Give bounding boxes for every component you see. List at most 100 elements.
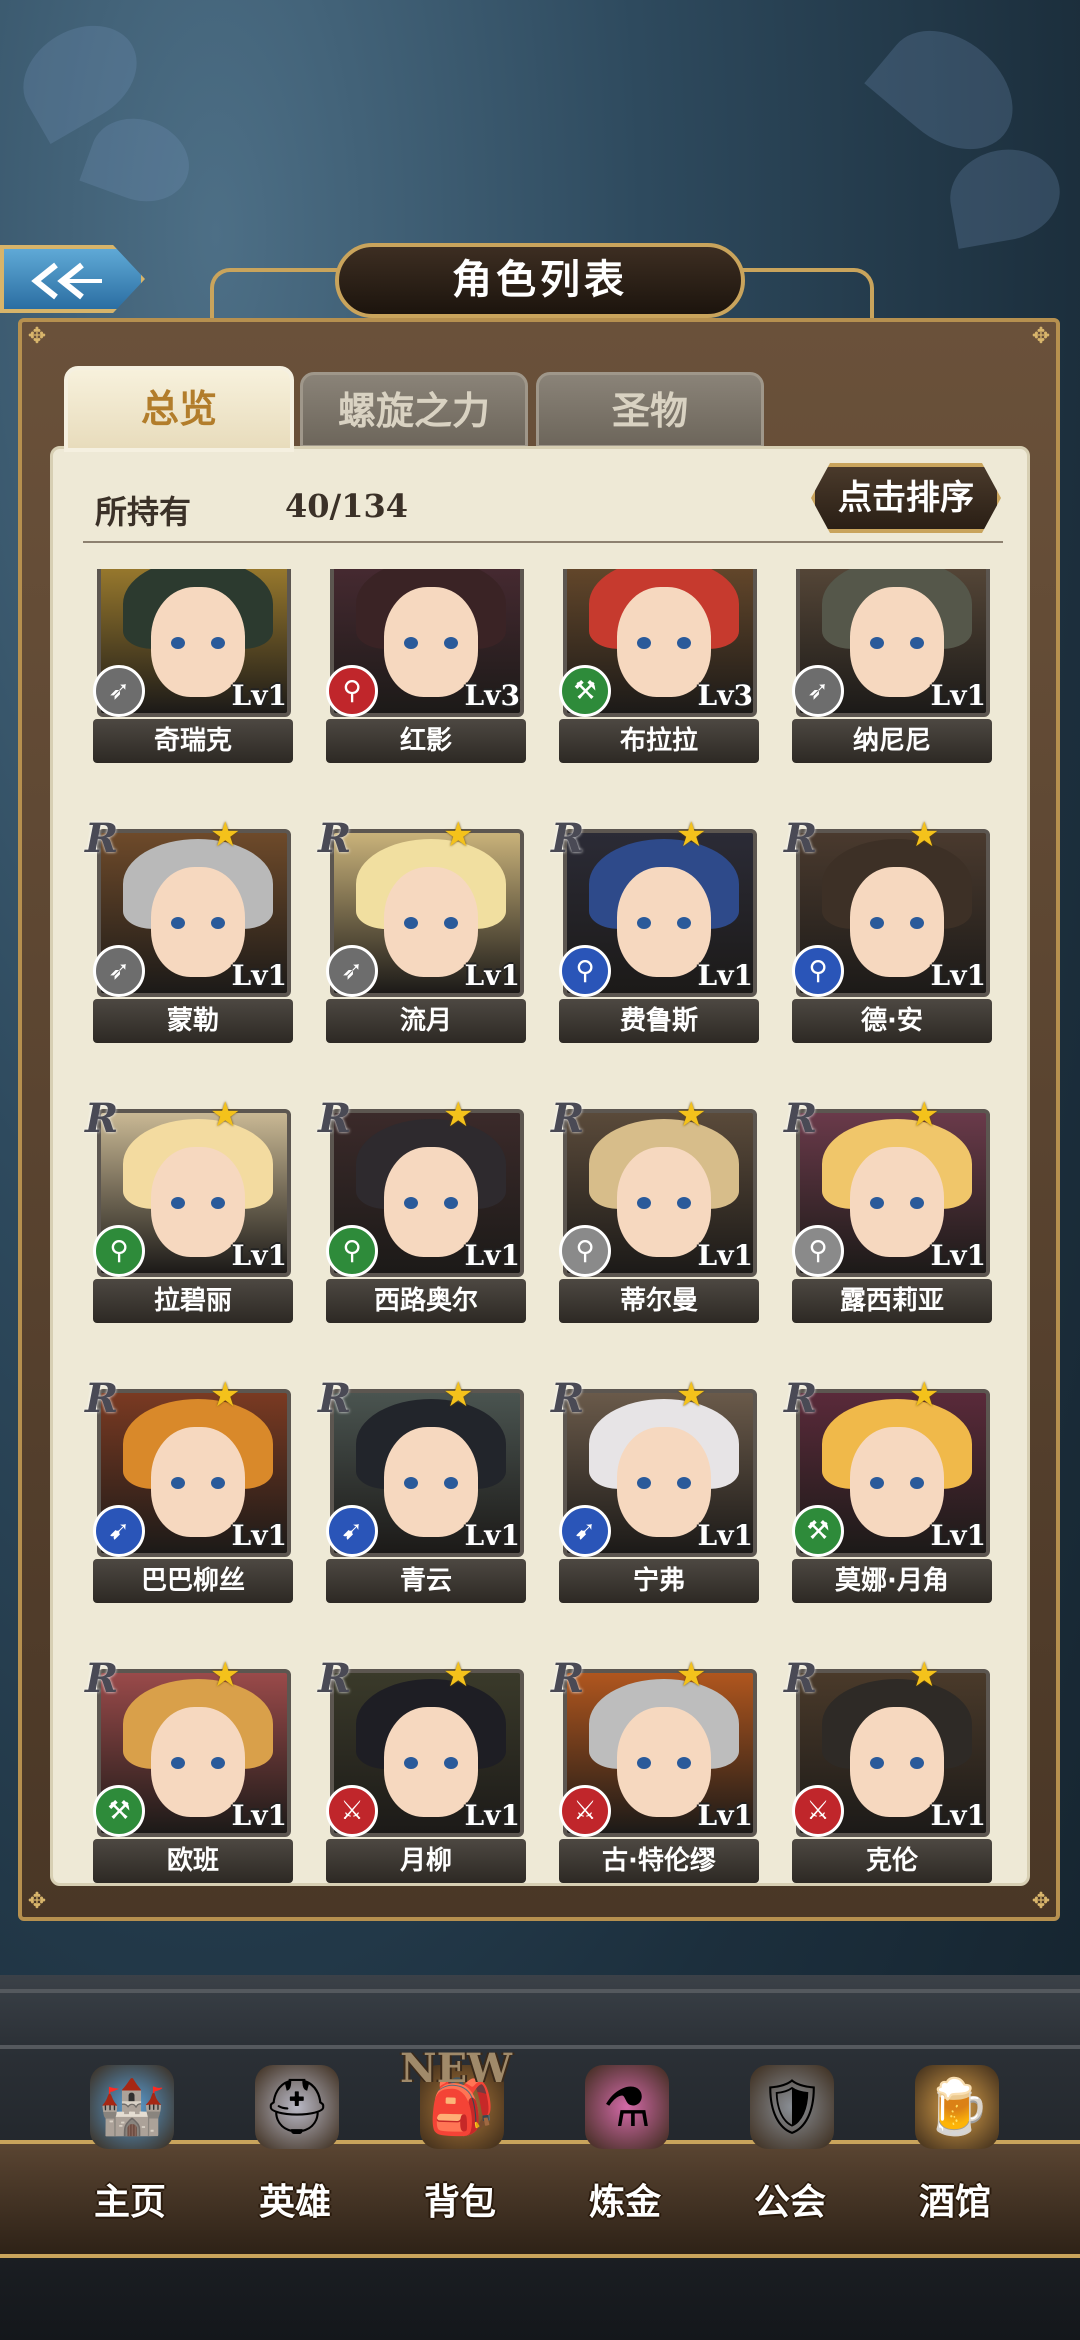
star-icon: ★ (909, 815, 940, 855)
character-name: 欧班 (93, 1839, 293, 1883)
star-icon: ★ (909, 1655, 940, 1695)
bow-icon: ➶ (93, 945, 145, 997)
nav-label: 酒馆 (918, 2182, 991, 2223)
castle-icon: 🏰 (90, 2065, 174, 2149)
character-level: Lv1 (231, 1519, 287, 1552)
portrait-eyes (637, 917, 691, 929)
character-name: 巴巴柳丝 (93, 1559, 293, 1603)
character-card[interactable]: Lv1 ➶ 纳尼尼 (792, 569, 992, 765)
star-icon: ★ (909, 1095, 940, 1135)
character-card[interactable]: Lv1 ⚲ 费鲁斯 R ★ (551, 815, 759, 1045)
character-card[interactable]: Lv1 ⚒ 莫娜·月角 R ★ (784, 1375, 992, 1605)
character-card[interactable]: Lv1 ➹ 宁弗 R ★ (551, 1375, 759, 1605)
nav-label: 英雄 (258, 2182, 331, 2223)
character-card[interactable]: Lv1 ⚲ 西路奥尔 R ★ (318, 1095, 526, 1325)
character-name: 拉碧丽 (93, 1279, 293, 1323)
portrait-eyes (870, 1197, 924, 1209)
axe-icon: ⚒ (559, 665, 611, 717)
star-icon: ★ (210, 1095, 241, 1135)
character-card[interactable]: Lv1 ➹ 青云 R ★ (318, 1375, 526, 1605)
background-leaf (864, 6, 1036, 174)
rarity-mark: R (551, 815, 585, 862)
star-icon: ★ (443, 1655, 474, 1695)
character-card[interactable]: Lv1 ➶ 蒙勒 R ★ (85, 815, 293, 1045)
owned-count: 40/134 (285, 487, 409, 525)
rarity-mark: R (318, 815, 352, 862)
portrait-eyes (870, 917, 924, 929)
character-card[interactable]: Lv1 ⚲ 拉碧丽 R ★ (85, 1095, 293, 1325)
page-title: 角色列表 (335, 243, 745, 318)
rarity-mark: R (784, 1375, 818, 1422)
character-grid[interactable]: Lv1 ➶ 奇瑞克 Lv3 ⚲ 红影 Lv3 ⚒ 布拉拉 Lv1 ➶ 纳尼尼 Lv1 ➶ 蒙勒 R ★ … (53, 569, 1027, 1883)
character-name: 布拉拉 (559, 719, 759, 763)
character-card[interactable]: Lv1 ⚲ 露西莉亚 R ★ (784, 1095, 992, 1325)
new-badge: NEW (400, 2045, 512, 2092)
character-card[interactable]: Lv1 ⚔ 古·特伦缪 R ★ (551, 1655, 759, 1883)
portrait-eyes (171, 917, 225, 929)
character-name: 宁弗 (559, 1559, 759, 1603)
character-card[interactable]: Lv1 ⚔ 克伦 R ★ (784, 1655, 992, 1883)
star-icon: ★ (210, 815, 241, 855)
nav-item-potion[interactable]: ⚗ 炼金 (555, 2065, 695, 2223)
staff-icon: ⚲ (93, 1225, 145, 1277)
character-name: 西路奥尔 (326, 1279, 526, 1323)
tab-spiral-power[interactable]: 螺旋之力 (300, 372, 528, 448)
nav-item-castle[interactable]: 🏰 主页 (60, 2065, 200, 2223)
nav-label: 炼金 (588, 2182, 661, 2223)
character-level: Lv1 (231, 959, 287, 992)
tab-overview[interactable]: 总览 (64, 366, 294, 452)
staff-icon: ⚲ (792, 945, 844, 997)
character-card[interactable]: Lv1 ⚒ 欧班 R ★ (85, 1655, 293, 1883)
character-level: Lv3 (697, 679, 753, 712)
owned-label: 所持有 (95, 493, 192, 531)
nav-item-beer-mug[interactable]: 🍺 酒馆 (885, 2065, 1025, 2223)
character-card[interactable]: Lv1 ⚔ 月柳 R ★ (318, 1655, 526, 1883)
back-button[interactable] (0, 245, 145, 313)
nav-item-shield[interactable]: 🛡 公会 (720, 2065, 860, 2223)
portrait-eyes (404, 1197, 458, 1209)
corner-ornament: ✥ (1031, 1889, 1051, 1914)
rarity-mark: R (318, 1655, 352, 1702)
character-name: 莫娜·月角 (792, 1559, 992, 1603)
character-card[interactable]: Lv1 ➶ 奇瑞克 (93, 569, 293, 765)
rarity-mark: R (85, 1375, 119, 1422)
staff-icon: ⚲ (559, 945, 611, 997)
character-name: 古·特伦缪 (559, 1839, 759, 1883)
rarity-mark: R (85, 1655, 119, 1702)
character-card[interactable]: Lv1 ⚲ 蒂尔曼 R ★ (551, 1095, 759, 1325)
character-card[interactable]: Lv3 ⚲ 红影 (326, 569, 526, 765)
star-icon: ★ (676, 1375, 707, 1415)
character-card[interactable]: Lv1 ➶ 流月 R ★ (318, 815, 526, 1045)
character-name: 露西莉亚 (792, 1279, 992, 1323)
sword-icon: ⚔ (559, 1785, 611, 1837)
nav-label: 主页 (93, 2182, 166, 2223)
character-name: 克伦 (792, 1839, 992, 1883)
star-icon: ★ (443, 815, 474, 855)
rarity-mark: R (318, 1375, 352, 1422)
character-level: Lv1 (930, 1239, 986, 1272)
portrait-eyes (637, 1757, 691, 1769)
character-card[interactable]: Lv1 ➹ 巴巴柳丝 R ★ (85, 1375, 293, 1605)
portrait-eyes (870, 1477, 924, 1489)
background-leaf (943, 141, 1067, 249)
star-icon: ★ (909, 1375, 940, 1415)
character-name: 奇瑞克 (93, 719, 293, 763)
rarity-mark: R (551, 1655, 585, 1702)
star-icon: ★ (676, 815, 707, 855)
character-level: Lv1 (464, 1239, 520, 1272)
character-card[interactable]: Lv1 ⚲ 德·安 R ★ (784, 815, 992, 1045)
star-icon: ★ (443, 1095, 474, 1135)
character-card[interactable]: Lv3 ⚒ 布拉拉 (559, 569, 759, 765)
character-name: 蒙勒 (93, 999, 293, 1043)
sort-button[interactable]: 点击排序 (811, 463, 1001, 533)
character-name: 红影 (326, 719, 526, 763)
character-level: Lv1 (930, 959, 986, 992)
character-level: Lv1 (930, 1519, 986, 1552)
nav-item-helmet[interactable]: ⛑ 英雄 (225, 2065, 365, 2223)
divider (0, 1989, 1080, 1993)
staff-icon: ⚲ (559, 1225, 611, 1277)
divider (83, 541, 1003, 543)
tab-relics[interactable]: 圣物 (536, 372, 764, 448)
bow-icon: ➶ (326, 945, 378, 997)
rarity-mark: R (784, 815, 818, 862)
